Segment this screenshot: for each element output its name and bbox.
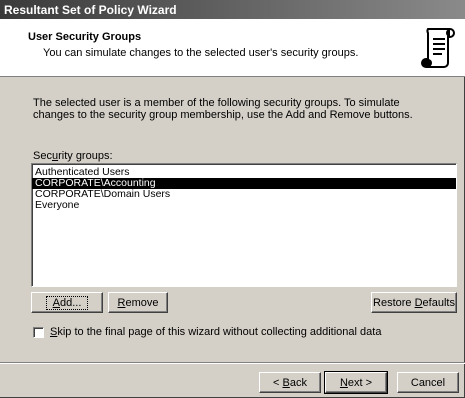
wizard-header: User Security Groups You can simulate ch… — [0, 19, 465, 77]
cancel-button[interactable]: Cancel — [397, 372, 459, 393]
skip-checkbox[interactable] — [33, 326, 44, 338]
wizard-window: Resultant Set of Policy Wizard User Secu… — [0, 0, 465, 398]
remove-button[interactable]: Remove — [108, 292, 168, 313]
security-groups-label: Security groups: — [33, 150, 113, 162]
skip-checkbox-label[interactable]: Skip to the final page of this wizard wi… — [50, 326, 381, 338]
skip-checkbox-row[interactable]: Skip to the final page of this wizard wi… — [33, 326, 381, 338]
description-text: The selected user is a member of the fol… — [33, 97, 413, 121]
header-subtitle: You can simulate changes to the selected… — [43, 47, 359, 59]
window-title: Resultant Set of Policy Wizard — [4, 3, 177, 17]
list-item[interactable]: CORPORATE\Domain Users — [32, 189, 456, 200]
next-button[interactable]: Next > — [324, 371, 388, 394]
back-button[interactable]: < Back — [259, 372, 321, 393]
header-title: User Security Groups — [28, 31, 142, 43]
add-button[interactable]: Add... — [31, 292, 103, 313]
security-groups-list[interactable]: Authenticated Users CORPORATE\Accounting… — [31, 163, 457, 287]
restore-defaults-button[interactable]: Restore Defaults — [371, 292, 457, 313]
scroll-document-icon — [421, 28, 455, 68]
footer-separator — [0, 362, 465, 364]
title-bar[interactable]: Resultant Set of Policy Wizard — [0, 0, 465, 19]
list-item[interactable]: Everyone — [32, 200, 456, 211]
